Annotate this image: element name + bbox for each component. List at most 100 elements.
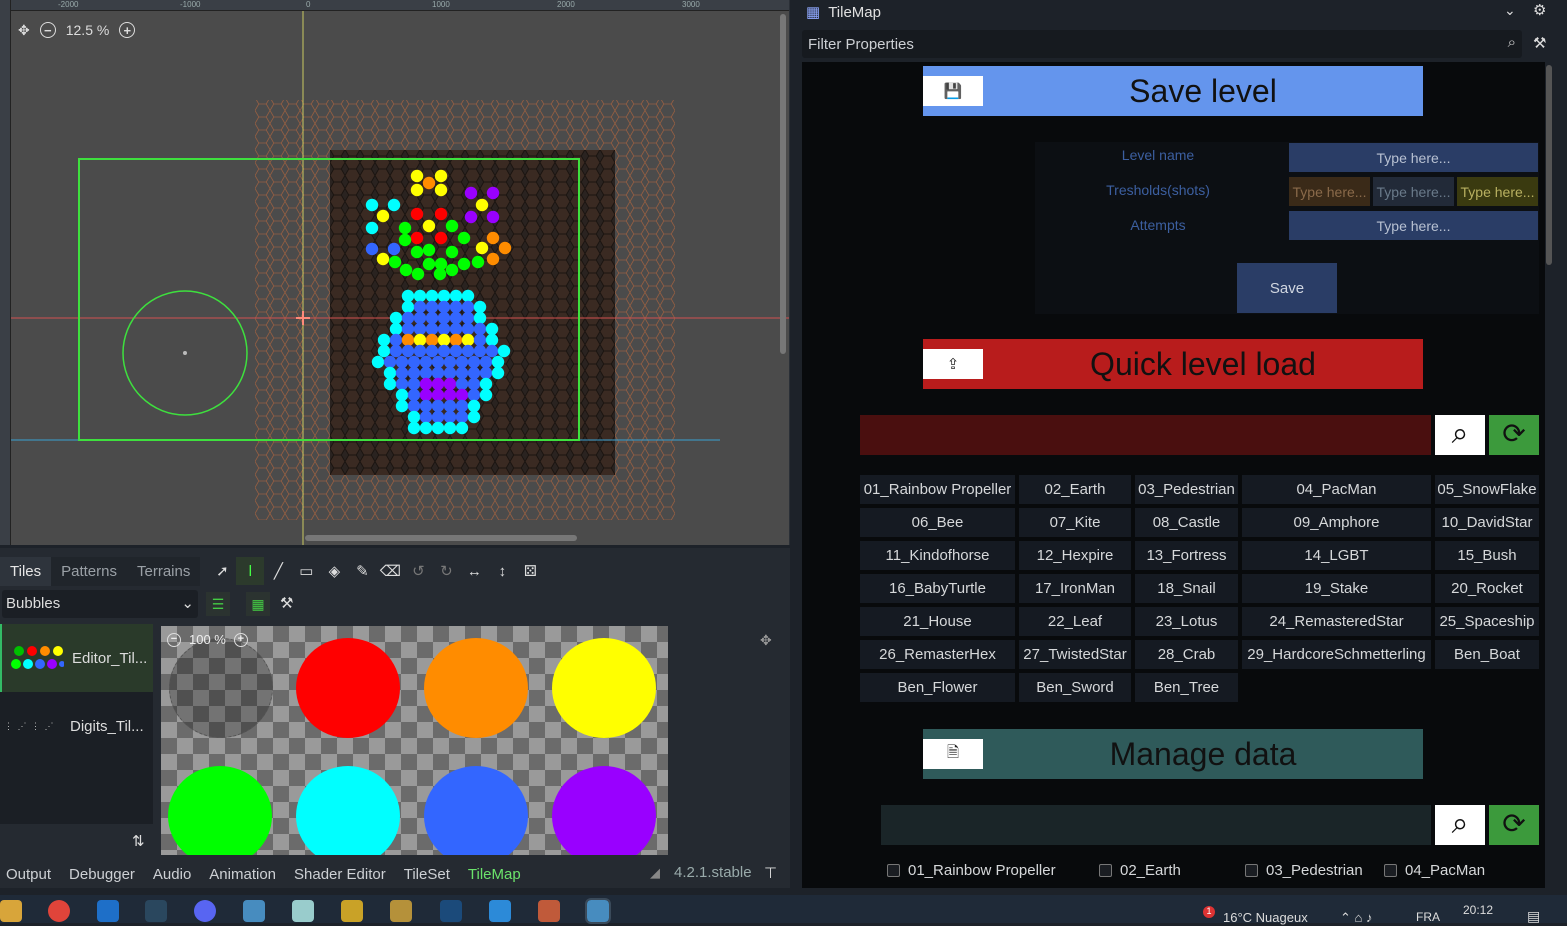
level-button[interactable]: 05_SnowFlake <box>1435 475 1539 504</box>
manage-check-item[interactable]: 04_PacMan <box>1384 862 1485 879</box>
treshold-input-3[interactable]: Type here... <box>1457 177 1538 206</box>
checkbox[interactable] <box>887 864 900 877</box>
level-button[interactable]: 19_Stake <box>1242 574 1431 603</box>
level-button[interactable]: 16_BabyTurtle <box>860 574 1015 603</box>
search-icon[interactable]: ⌕ <box>1435 805 1485 845</box>
vertical-scrollbar[interactable] <box>780 14 786 354</box>
rotate-left-icon[interactable]: ↺ <box>404 557 432 585</box>
tab-terrains[interactable]: Terrains <box>127 556 201 586</box>
level-button[interactable]: 06_Bee <box>860 508 1015 537</box>
save-level-header[interactable]: 💾 Save level <box>923 66 1423 116</box>
treshold-input-2[interactable]: Type here... <box>1373 177 1454 206</box>
level-button[interactable]: 27_TwistedStar <box>1019 640 1131 669</box>
app-icon[interactable] <box>292 900 314 922</box>
tilemap-canvas[interactable] <box>0 0 790 545</box>
level-button[interactable]: Ben_Sword <box>1019 673 1131 702</box>
manage-data-header[interactable]: 🗎 Manage data <box>923 729 1423 779</box>
rotate-right-icon[interactable]: ↻ <box>432 557 460 585</box>
tile-blue[interactable] <box>424 766 528 855</box>
manage-check-item[interactable]: 01_Rainbow Propeller <box>887 862 1056 879</box>
attempts-input[interactable]: Type here... <box>1289 211 1538 240</box>
settings-tool-icon[interactable]: ⚒ <box>280 594 293 612</box>
level-button[interactable]: 07_Kite <box>1019 508 1131 537</box>
level-button[interactable]: 26_RemasterHex <box>860 640 1015 669</box>
grid-toggle-icon[interactable]: ▦ <box>246 592 270 616</box>
list-view-icon[interactable]: ☰ <box>206 592 230 616</box>
level-button[interactable]: 25_Spaceship <box>1435 607 1539 636</box>
level-button[interactable]: 29_HardcoreSchmetterling <box>1242 640 1431 669</box>
canvas-viewport[interactable]: -2000 -1000 0 1000 2000 3000 ✥ − 12.5 % … <box>0 0 790 545</box>
level-button[interactable]: Ben_Boat <box>1435 640 1539 669</box>
pin-panel-icon[interactable]: ⊤ <box>764 864 777 882</box>
tab-tilemap[interactable]: TileMap <box>468 866 521 883</box>
level-button[interactable]: 13_Fortress <box>1135 541 1238 570</box>
treshold-input-1[interactable]: Type here... <box>1289 177 1370 206</box>
tileset-select[interactable]: Bubbles ⌄ <box>2 590 198 618</box>
tab-tileset[interactable]: TileSet <box>404 866 450 883</box>
riot-icon[interactable] <box>390 900 412 922</box>
level-button[interactable]: Ben_Flower <box>860 673 1015 702</box>
zoom-in-button[interactable]: + <box>119 22 136 38</box>
level-button[interactable]: 03_Pedestrian <box>1135 475 1238 504</box>
eraser-tool-icon[interactable]: ⌫ <box>376 557 404 585</box>
empty-tile[interactable] <box>169 638 273 738</box>
node-config-icon[interactable]: ⚙ <box>1533 1 1546 19</box>
manage-check-item[interactable]: 02_Earth <box>1099 862 1181 879</box>
level-button[interactable]: 01_Rainbow Propeller <box>860 475 1015 504</box>
atlas-center-icon[interactable]: ✥ <box>760 632 772 649</box>
level-button[interactable]: 14_LGBT <box>1242 541 1431 570</box>
level-button[interactable]: 17_IronMan <box>1019 574 1131 603</box>
tile-orange[interactable] <box>424 638 528 738</box>
atlas-zoom-out-button[interactable]: − <box>167 632 181 647</box>
picker-tool-icon[interactable]: ✎ <box>348 557 376 585</box>
checkbox[interactable] <box>1245 864 1258 877</box>
level-button[interactable]: 18_Snail <box>1135 574 1238 603</box>
level-button[interactable]: 12_Hexpire <box>1019 541 1131 570</box>
random-tile-icon[interactable]: ⚄ <box>516 557 544 585</box>
paint-tool-icon[interactable]: ǀ <box>236 557 265 585</box>
select-tool-icon[interactable]: ➚ <box>208 557 236 585</box>
level-button[interactable]: 11_Kindofhorse <box>860 541 1015 570</box>
source-item[interactable]: ⋮ ⋰ ⋮ ⋰ Digits_Til... <box>0 692 153 760</box>
sort-icon[interactable]: ⇅ <box>132 832 145 850</box>
manage-search-input[interactable] <box>881 805 1431 845</box>
tile-red[interactable] <box>296 638 400 738</box>
chrome-icon[interactable] <box>48 900 70 922</box>
tab-output[interactable]: Output <box>6 866 51 883</box>
zoom-level[interactable]: 12.5 % <box>66 22 110 38</box>
tray-icons[interactable]: ⌃ ⌂ ♪ <box>1340 910 1372 926</box>
level-button[interactable]: 21_House <box>860 607 1015 636</box>
explorer-icon[interactable] <box>0 900 22 922</box>
tile-cyan[interactable] <box>296 766 400 855</box>
line-tool-icon[interactable]: ╱ <box>264 557 292 585</box>
discord-icon[interactable] <box>194 900 216 922</box>
gallery-icon[interactable] <box>538 900 560 922</box>
flip-v-icon[interactable]: ↕ <box>488 557 516 585</box>
tile-purple[interactable] <box>552 766 656 855</box>
refresh-icon[interactable]: ⟳ <box>1489 805 1539 845</box>
checkbox[interactable] <box>1384 864 1397 877</box>
save-button[interactable]: Save <box>1237 263 1337 313</box>
flip-h-icon[interactable]: ↔ <box>460 557 488 585</box>
level-button[interactable]: 10_DavidStar <box>1435 508 1539 537</box>
chevron-down-icon[interactable]: ⌄ <box>1504 2 1516 19</box>
outlook-icon[interactable] <box>97 900 119 922</box>
level-button[interactable]: 23_Lotus <box>1135 607 1238 636</box>
level-button[interactable]: 28_Crab <box>1135 640 1238 669</box>
atlas-zoom-in-button[interactable]: + <box>233 632 248 647</box>
level-button[interactable]: 22_Leaf <box>1019 607 1131 636</box>
godot-active-icon[interactable] <box>585 898 611 924</box>
rect-tool-icon[interactable]: ▭ <box>292 557 320 585</box>
refresh-icon[interactable]: ⟳ <box>1489 415 1539 455</box>
tile-green[interactable] <box>168 766 272 855</box>
steam-icon[interactable] <box>145 900 167 922</box>
inspector-scrollbar[interactable] <box>1546 65 1552 265</box>
bell-icon[interactable]: ◢ <box>650 865 660 881</box>
inspector-tools-icon[interactable]: ⚒ <box>1533 34 1546 52</box>
level-button[interactable]: 15_Bush <box>1435 541 1539 570</box>
clock-time[interactable]: 20:12 <box>1463 903 1493 917</box>
checkbox[interactable] <box>1099 864 1112 877</box>
quick-load-header[interactable]: ⇪ Quick level load <box>923 339 1423 389</box>
wow-icon[interactable] <box>341 900 363 922</box>
quick-load-search-input[interactable] <box>860 415 1431 455</box>
